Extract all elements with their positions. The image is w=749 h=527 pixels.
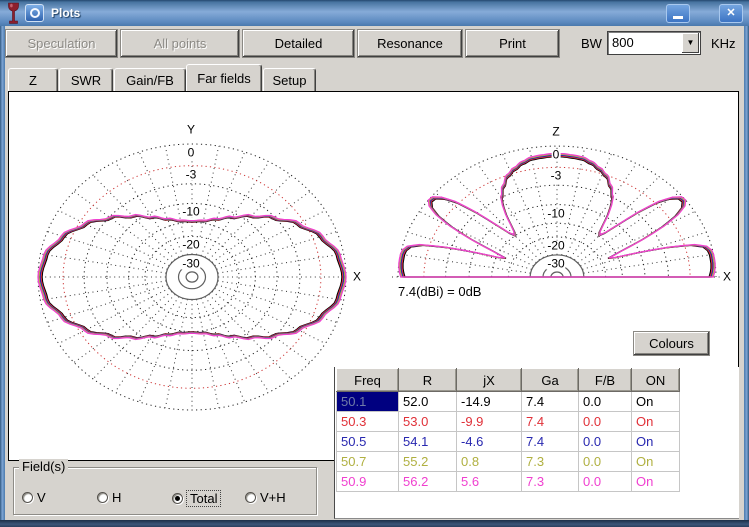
cell-jx-50-7[interactable]: 0.8: [457, 452, 522, 472]
table-row-50-1: 50.152.0-14.97.40.0On: [337, 392, 680, 412]
cell-r-50-7[interactable]: 55.2: [399, 452, 457, 472]
cell-freq-50-3[interactable]: 50.3: [337, 412, 399, 432]
wine-glass-icon: [6, 2, 21, 30]
column-header-f-b[interactable]: F/B: [579, 369, 632, 392]
freq-table: FreqRjXGaF/BON 50.152.0-14.97.40.0On50.3…: [336, 368, 680, 492]
field-option-total: Total: [172, 490, 221, 507]
fields-group-label: Field(s): [19, 459, 68, 474]
cell-jx-50-1[interactable]: -14.9: [457, 392, 522, 412]
column-header-freq[interactable]: Freq: [337, 369, 399, 392]
bw-combo-value: 800: [612, 35, 634, 50]
freq-table-panel: FreqRjXGaF/BON 50.152.0-14.97.40.0On50.3…: [334, 367, 739, 519]
radio-label-total[interactable]: Total: [186, 490, 221, 507]
titlebar: Plots ✕: [0, 0, 749, 26]
plots-window: Plots ✕ SpeculationAll pointsDetailedRes…: [0, 0, 749, 527]
window-border-right: [744, 26, 749, 520]
radio-button-v[interactable]: [22, 492, 33, 503]
cell-on-50-7[interactable]: On: [632, 452, 680, 472]
table-row-50-5: 50.554.1-4.67.40.0On: [337, 432, 680, 452]
toolbar-button-speculation: Speculation: [5, 29, 118, 58]
cell-ga-50-7[interactable]: 7.3: [522, 452, 579, 472]
reference-annotation: 7.4(dBi) = 0dB: [396, 284, 483, 299]
column-header-ga[interactable]: Ga: [522, 369, 579, 392]
column-header-on[interactable]: ON: [632, 369, 680, 392]
cell-f-b-50-1[interactable]: 0.0: [579, 392, 632, 412]
cell-ga-50-3[interactable]: 7.4: [522, 412, 579, 432]
cell-on-50-1[interactable]: On: [632, 392, 680, 412]
toolbar-button-resonance[interactable]: Resonance: [357, 29, 463, 58]
bw-label: BW: [581, 36, 602, 51]
cell-f-b-50-7[interactable]: 0.0: [579, 452, 632, 472]
cell-freq-50-7[interactable]: 50.7: [337, 452, 399, 472]
cell-r-50-9[interactable]: 56.2: [399, 472, 457, 492]
cell-ga-50-9[interactable]: 7.3: [522, 472, 579, 492]
toolbar-button-all-points: All points: [120, 29, 240, 58]
window-border-bottom: [0, 520, 749, 527]
cell-jx-50-9[interactable]: 5.6: [457, 472, 522, 492]
cell-freq-50-5[interactable]: 50.5: [337, 432, 399, 452]
cell-f-b-50-9[interactable]: 0.0: [579, 472, 632, 492]
table-row-50-3: 50.353.0-9.97.40.0On: [337, 412, 680, 432]
radio-button-h[interactable]: [97, 492, 108, 503]
bw-combo[interactable]: 800 ▼: [607, 31, 701, 55]
khz-label: KHz: [711, 36, 736, 51]
radio-label-v-h[interactable]: V+H: [260, 490, 286, 505]
toolbar-button-print[interactable]: Print: [465, 29, 560, 58]
cell-f-b-50-3[interactable]: 0.0: [579, 412, 632, 432]
cell-ga-50-1[interactable]: 7.4: [522, 392, 579, 412]
cell-freq-50-9[interactable]: 50.9: [337, 472, 399, 492]
minimize-icon: [673, 16, 683, 19]
cell-on-50-5[interactable]: On: [632, 432, 680, 452]
field-option-v-h: V+H: [245, 490, 286, 505]
radio-button-v-h[interactable]: [245, 492, 256, 503]
radio-label-v[interactable]: V: [37, 490, 46, 505]
cell-jx-50-5[interactable]: -4.6: [457, 432, 522, 452]
field-option-h: H: [97, 490, 121, 505]
column-header-r[interactable]: R: [399, 369, 457, 392]
cell-jx-50-3[interactable]: -9.9: [457, 412, 522, 432]
cell-freq-50-1[interactable]: 50.1: [337, 392, 399, 412]
table-row-50-7: 50.755.20.87.30.0On: [337, 452, 680, 472]
table-row-50-9: 50.956.25.67.30.0On: [337, 472, 680, 492]
radio-label-h[interactable]: H: [112, 490, 121, 505]
cell-r-50-5[interactable]: 54.1: [399, 432, 457, 452]
freq-table-header-row: FreqRjXGaF/BON: [337, 369, 680, 392]
cell-f-b-50-5[interactable]: 0.0: [579, 432, 632, 452]
cell-r-50-3[interactable]: 53.0: [399, 412, 457, 432]
column-header-jx[interactable]: jX: [457, 369, 522, 392]
tab-z[interactable]: Z: [8, 68, 58, 91]
cell-r-50-1[interactable]: 52.0: [399, 392, 457, 412]
radio-dot: [175, 496, 180, 501]
toolbar-button-detailed[interactable]: Detailed: [242, 29, 355, 58]
tab-swr[interactable]: SWR: [59, 68, 113, 91]
tab-gain-fb[interactable]: Gain/FB: [114, 68, 186, 91]
radio-button-total[interactable]: [172, 493, 183, 504]
window-border-left: [0, 26, 5, 520]
tab-far-fields[interactable]: Far fields: [186, 64, 262, 91]
chevron-down-icon[interactable]: ▼: [682, 33, 699, 53]
window-title: Plots: [51, 6, 80, 20]
cell-on-50-3[interactable]: On: [632, 412, 680, 432]
app-icon: [25, 4, 44, 22]
cell-ga-50-5[interactable]: 7.4: [522, 432, 579, 452]
field-option-v: V: [22, 490, 46, 505]
tab-setup[interactable]: Setup: [263, 68, 316, 91]
minimize-button[interactable]: [666, 4, 690, 23]
close-button[interactable]: ✕: [719, 4, 743, 23]
colours-button[interactable]: Colours: [633, 331, 710, 356]
cell-on-50-9[interactable]: On: [632, 472, 680, 492]
